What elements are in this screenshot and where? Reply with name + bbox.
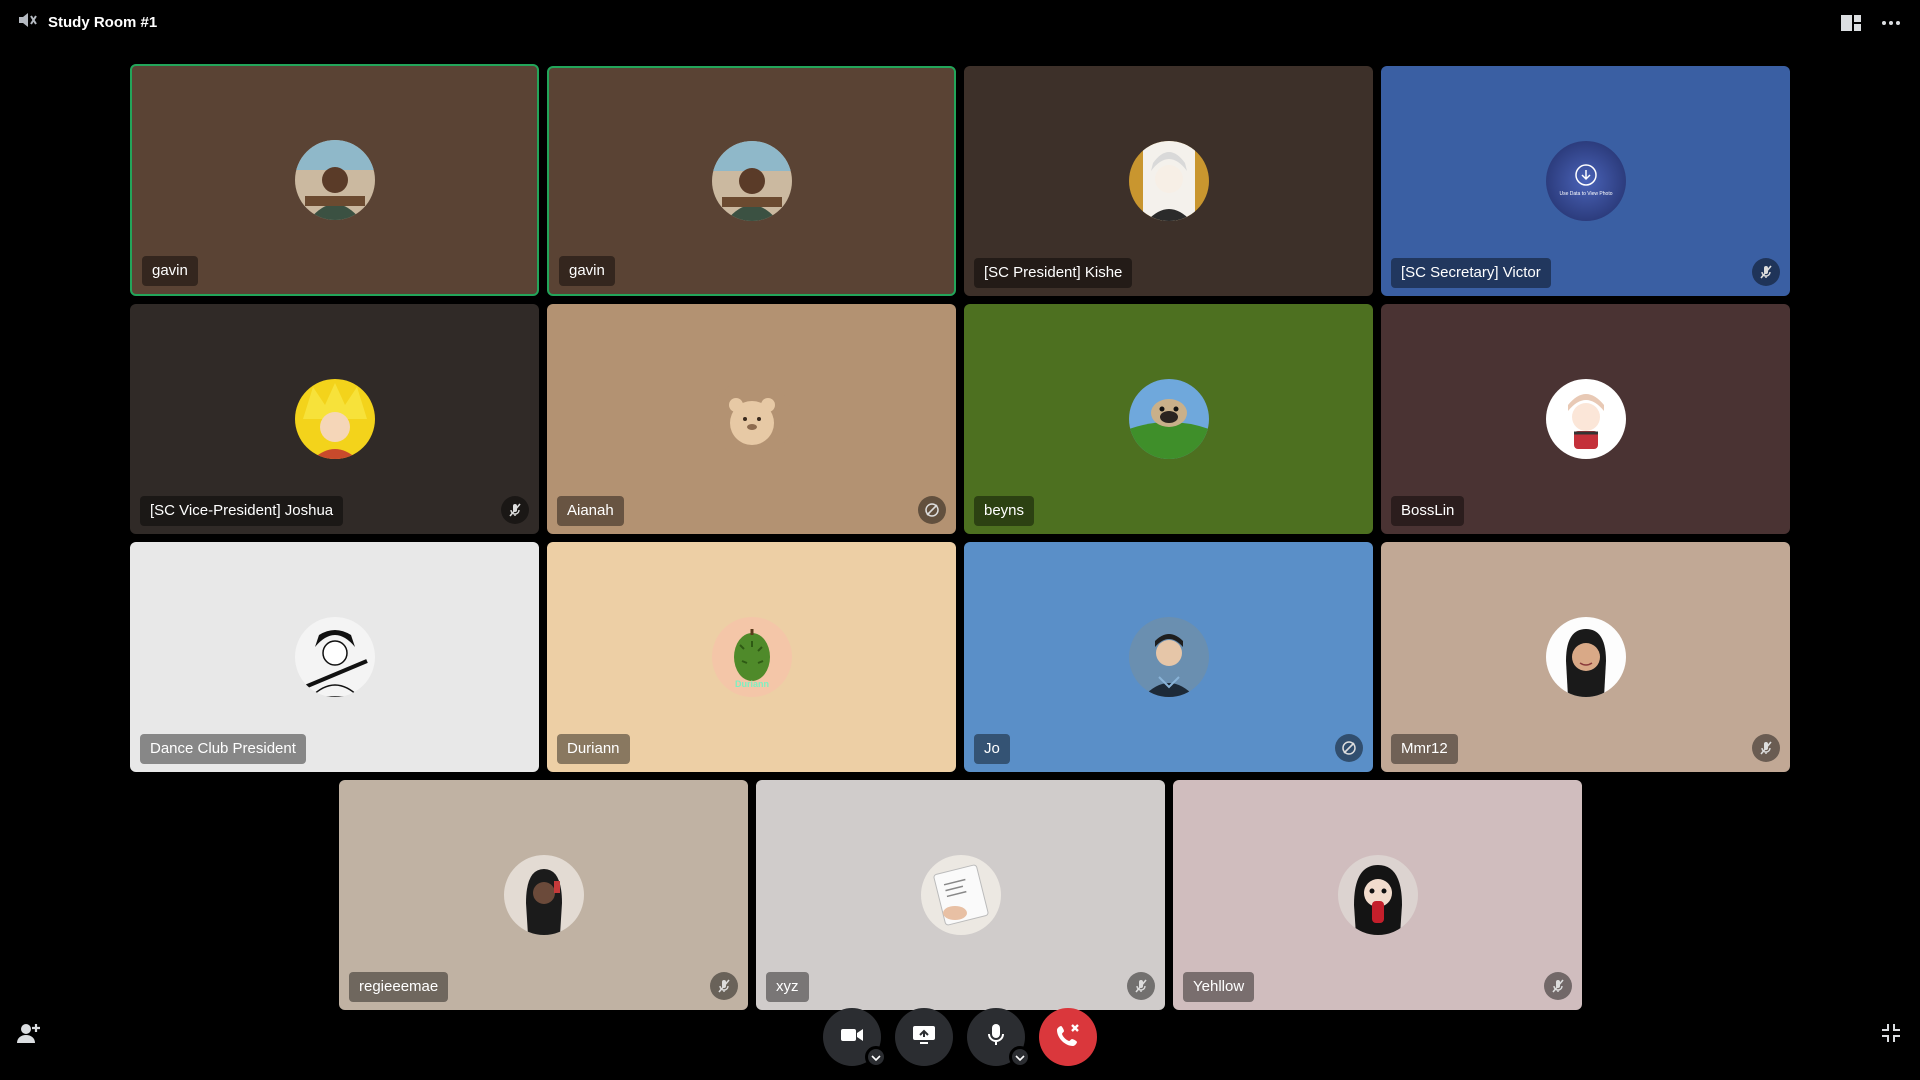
participant-name: Aianah (557, 496, 624, 526)
participant-tile[interactable]: gavin (547, 66, 956, 296)
add-user-icon (17, 1022, 41, 1049)
participant-name: gavin (142, 256, 198, 286)
participant-tile[interactable]: Aianah (547, 304, 956, 534)
chevron-down-icon (871, 1048, 881, 1066)
muted-icon (1752, 734, 1780, 762)
participant-tile[interactable]: BossLin (1381, 304, 1790, 534)
microphone-icon (987, 1023, 1005, 1052)
avatar (294, 379, 375, 459)
participant-name: [SC Vice-President] Joshua (140, 496, 344, 526)
exit-fullscreen-button[interactable] (1878, 1022, 1904, 1048)
participant-name: [SC President] Kishe (974, 258, 1133, 288)
call-controls (0, 1008, 1920, 1068)
participant-tile[interactable]: Mmr12 (1381, 542, 1790, 772)
top-bar: Study Room #1 (0, 0, 1920, 46)
participant-tile[interactable]: [SC President] Kishe (964, 66, 1373, 296)
participant-tile[interactable]: Jo (964, 542, 1373, 772)
participant-tile[interactable]: Dance Club President (130, 542, 539, 772)
participant-tile[interactable]: xyz (756, 780, 1165, 1010)
disconnect-call-icon (1055, 1022, 1081, 1053)
room-title: Study Room #1 (48, 14, 158, 31)
muted-icon (501, 496, 529, 524)
participant-name: Duriann (557, 734, 630, 764)
avatar (1128, 379, 1209, 459)
exit-fullscreen-icon (1881, 1023, 1901, 1048)
participant-name: BossLin (1391, 496, 1465, 526)
participant-name: Mmr12 (1391, 734, 1458, 764)
avatar-caption: Use Data to View Photo (1559, 191, 1612, 197)
avatar (1337, 855, 1418, 935)
muted-icon (710, 972, 738, 1000)
screen-share-icon (912, 1025, 936, 1050)
participant-name: Jo (974, 734, 1010, 764)
disconnect-button[interactable] (1039, 1008, 1097, 1066)
speaker-icon (18, 11, 38, 34)
avatar: Duriann (711, 617, 792, 697)
avatar (1545, 379, 1626, 459)
participant-tile[interactable]: Use Data to View Photo [SC Secretary] Vi… (1381, 66, 1790, 296)
grid-layout-icon[interactable] (1840, 12, 1862, 34)
participant-name: [SC Secretary] Victor (1391, 258, 1551, 288)
participant-tile[interactable]: beyns (964, 304, 1373, 534)
microphone-options-button[interactable] (1009, 1046, 1031, 1068)
avatar (294, 140, 375, 220)
participant-name: Dance Club President (140, 734, 306, 764)
avatar (1545, 617, 1626, 697)
camera-off-icon (918, 496, 946, 524)
camera-off-icon (1335, 734, 1363, 762)
avatar (1128, 617, 1209, 697)
avatar (920, 855, 1001, 935)
participant-name: beyns (974, 496, 1035, 526)
screen-share-button[interactable] (895, 1008, 953, 1066)
participant-tile[interactable]: Yehllow (1173, 780, 1582, 1010)
avatar (1128, 141, 1209, 221)
chevron-down-icon (1015, 1048, 1025, 1066)
avatar (294, 617, 375, 697)
participant-tile[interactable]: regieeemae (339, 780, 748, 1010)
muted-icon (1752, 258, 1780, 286)
avatar (711, 379, 792, 459)
more-options-icon[interactable] (1880, 12, 1902, 34)
participant-name: gavin (559, 256, 615, 286)
participant-tile[interactable]: gavin (130, 64, 539, 296)
muted-icon (1544, 972, 1572, 1000)
room-header: Study Room #1 (18, 11, 157, 34)
muted-icon (1127, 972, 1155, 1000)
participant-tile[interactable]: Duriann Duriann (547, 542, 956, 772)
microphone-button[interactable] (967, 1008, 1031, 1068)
avatar (503, 855, 584, 935)
camera-button[interactable] (823, 1008, 887, 1068)
participant-name: Yehllow (1183, 972, 1255, 1002)
camera-options-button[interactable] (865, 1046, 887, 1068)
participant-name: xyz (766, 972, 809, 1002)
avatar: Use Data to View Photo (1545, 141, 1626, 221)
video-camera-icon (840, 1026, 864, 1049)
avatar-caption: Duriann (734, 679, 768, 689)
participant-name: regieeemae (349, 972, 449, 1002)
invite-button[interactable] (16, 1022, 42, 1048)
participant-tile[interactable]: [SC Vice-President] Joshua (130, 304, 539, 534)
avatar (711, 141, 792, 221)
